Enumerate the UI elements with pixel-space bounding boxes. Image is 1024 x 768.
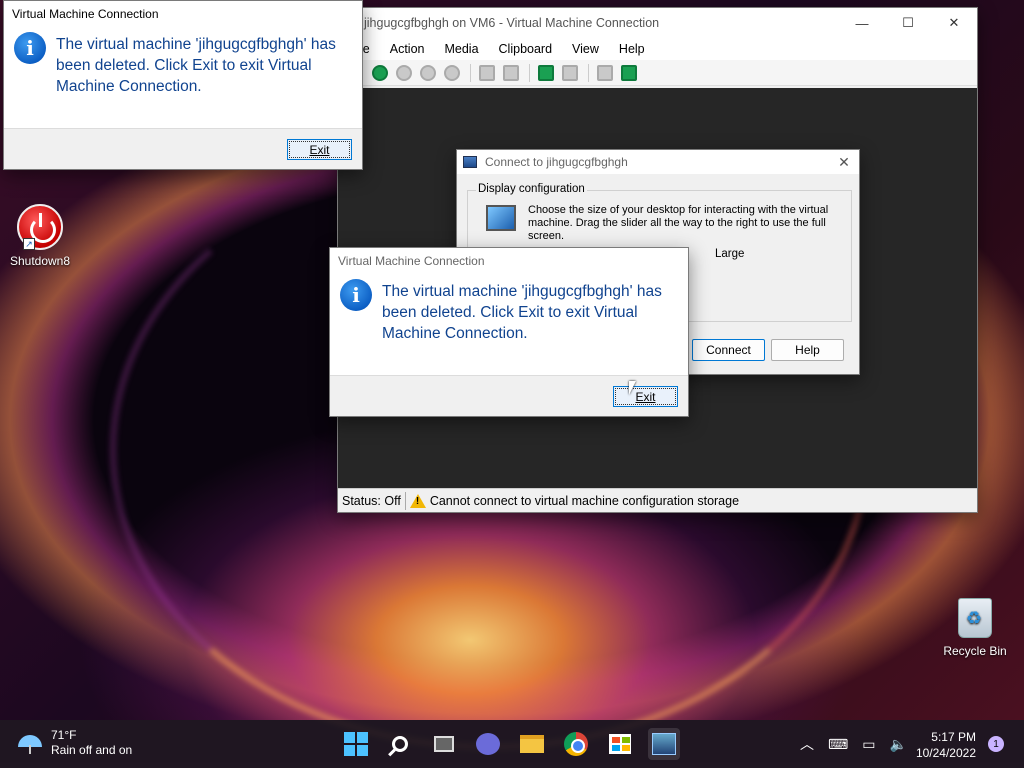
maximize-icon[interactable]: ☐: [885, 8, 931, 38]
vm-titlebar[interactable]: jihgugcgfbghgh on VM6 - Virtual Machine …: [338, 8, 977, 38]
network-icon[interactable]: ▭: [862, 736, 875, 753]
windows-logo-icon: [344, 732, 368, 756]
info-icon: i: [14, 32, 46, 64]
toolbar-separator: [588, 63, 589, 82]
minimize-icon[interactable]: —: [839, 8, 885, 38]
chrome-button[interactable]: [560, 728, 592, 760]
chat-button[interactable]: [472, 728, 504, 760]
message-titlebar[interactable]: Virtual Machine Connection: [330, 248, 688, 274]
clock-time: 5:17 PM: [931, 730, 976, 744]
checkpoint-icon[interactable]: [597, 64, 613, 81]
umbrella-rain-icon: [18, 731, 42, 755]
toolbar-separator: [529, 63, 530, 82]
enhanced-session-icon[interactable]: [621, 64, 637, 81]
close-icon[interactable]: ✕: [829, 154, 859, 171]
chrome-icon: [564, 732, 588, 756]
menu-view[interactable]: View: [572, 42, 599, 56]
connect-titlebar[interactable]: Connect to jihgugcgfbghgh ✕: [457, 150, 859, 174]
monitor-icon: [486, 205, 516, 231]
clock-date: 10/24/2022: [915, 746, 976, 760]
volume-icon[interactable]: 🔈: [889, 736, 906, 753]
status-divider: [404, 491, 406, 510]
message-dialog-title: Virtual Machine Connection: [338, 254, 485, 268]
store-button[interactable]: [604, 728, 636, 760]
shortcut-arrow-icon: ↗: [23, 238, 35, 250]
weather-temperature: 71°F: [51, 728, 77, 742]
desktop-icon-recycle-bin[interactable]: Recycle Bin: [935, 598, 1015, 658]
desktop-icon-label: Recycle Bin: [943, 644, 1007, 658]
resume-icon[interactable]: [503, 64, 519, 81]
message-footer: Exit: [4, 128, 362, 169]
chevron-up-icon[interactable]: ︿: [800, 734, 814, 754]
menu-media[interactable]: Media: [444, 42, 478, 56]
menu-help[interactable]: Help: [619, 42, 645, 56]
exit-button-label: Exit: [635, 389, 656, 404]
taskbar: 71°F Rain off and on ︿ ⌨ ▭ 🔈 5:17 PM 10/…: [0, 720, 1024, 768]
exit-button[interactable]: Exit: [287, 139, 352, 160]
weather-description: Rain off and on: [51, 743, 133, 757]
save-icon[interactable]: [444, 64, 460, 81]
desktop-icon-shutdown8[interactable]: ↗ Shutdown8: [0, 204, 80, 268]
vm-toolbar: [338, 60, 977, 86]
status-message: Cannot connect to virtual machine config…: [429, 493, 740, 508]
toolbar-separator: [470, 63, 471, 82]
keyboard-icon[interactable]: ⌨: [828, 736, 848, 753]
status-label: Status: Off: [342, 493, 401, 508]
message-body: i The virtual machine 'jihgugcgfbghgh' h…: [330, 274, 688, 374]
revert-icon[interactable]: [562, 64, 578, 81]
power-icon: ↗: [17, 204, 63, 250]
close-icon[interactable]: ✕: [931, 8, 977, 38]
message-body: i The virtual machine 'jihgugcgfbghgh' h…: [4, 27, 362, 127]
vm-connection-taskbar-button[interactable]: [648, 728, 680, 760]
connect-dialog-title: Connect to jihgugcgfbghgh: [485, 155, 628, 169]
file-explorer-button[interactable]: [516, 728, 548, 760]
help-button[interactable]: Help: [771, 339, 844, 361]
search-button[interactable]: [384, 728, 416, 760]
system-tray: ︿ ⌨ ▭ 🔈: [800, 734, 921, 754]
clock[interactable]: 5:17 PM 10/24/2022: [912, 729, 976, 761]
turn-off-icon[interactable]: [396, 64, 412, 81]
display-description: Choose the size of your desktop for inte…: [528, 204, 829, 242]
message-dialog-top[interactable]: Virtual Machine Connection i The virtual…: [3, 0, 363, 170]
info-icon: i: [340, 279, 372, 311]
vm-connection-icon: [652, 733, 676, 755]
group-label: Display configuration: [476, 183, 587, 195]
weather-widget[interactable]: 71°F Rain off and on: [18, 728, 132, 758]
connect-button[interactable]: Connect: [692, 339, 765, 361]
exit-button-label: Exit: [309, 142, 330, 157]
shutdown-icon[interactable]: [420, 64, 436, 81]
reset-icon[interactable]: [538, 64, 554, 81]
pause-icon[interactable]: [479, 64, 495, 81]
vm-window-title: jihgugcgfbghgh on VM6 - Virtual Machine …: [364, 16, 660, 30]
folder-icon: [520, 735, 544, 753]
start-button[interactable]: [340, 728, 372, 760]
message-titlebar[interactable]: Virtual Machine Connection: [4, 1, 362, 27]
vm-connect-icon: [463, 156, 477, 168]
vm-statusbar: Status: Off Cannot connect to virtual ma…: [338, 488, 977, 512]
recycle-bin-icon: [958, 598, 992, 638]
desktop-icon-label: Shutdown8: [9, 254, 71, 268]
search-icon: [392, 736, 408, 752]
message-text: The virtual machine 'jihgugcgfbghgh' has…: [382, 283, 662, 342]
taskbar-apps: [340, 728, 692, 760]
chat-icon: [476, 733, 500, 755]
menu-clipboard[interactable]: Clipboard: [499, 42, 553, 56]
store-icon: [609, 734, 631, 754]
message-dialog-title: Virtual Machine Connection: [12, 7, 159, 21]
menu-action[interactable]: Action: [390, 42, 425, 56]
start-icon[interactable]: [372, 64, 388, 81]
task-view-button[interactable]: [428, 728, 460, 760]
vm-menubar: le Action Media Clipboard View Help: [338, 38, 977, 60]
message-text: The virtual machine 'jihgugcgfbghgh' has…: [56, 36, 336, 95]
notification-badge[interactable]: 1: [988, 736, 1004, 752]
exit-button[interactable]: Exit: [613, 386, 678, 407]
slider-large-label: Large: [715, 248, 745, 260]
warning-icon: [409, 493, 426, 508]
task-view-icon: [434, 736, 454, 752]
mouse-cursor-icon: [629, 381, 636, 395]
